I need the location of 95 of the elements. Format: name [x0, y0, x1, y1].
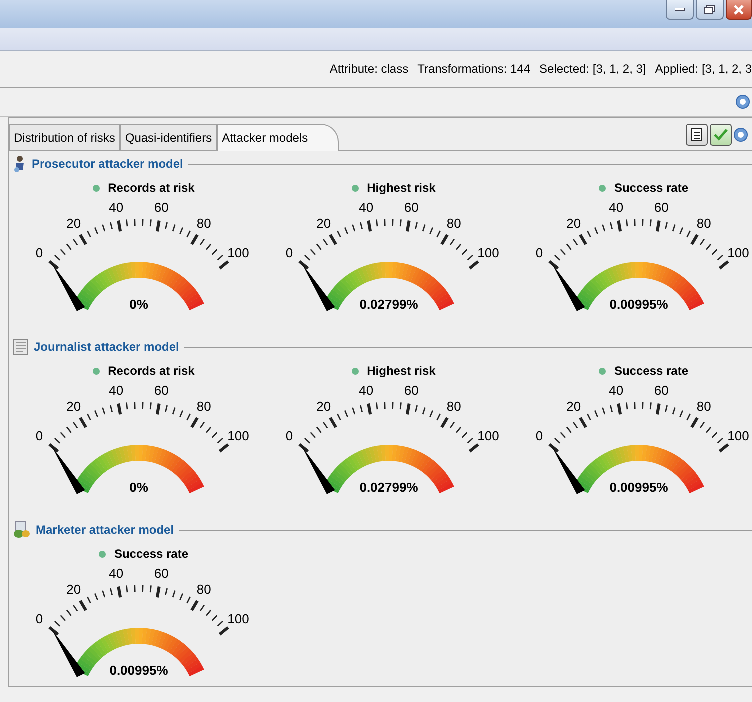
scale-label: 80: [196, 216, 212, 231]
scale-label: 60: [654, 383, 669, 398]
help-icon[interactable]: [736, 95, 750, 109]
scale-label: 80: [196, 398, 212, 414]
scale-label: 0: [286, 428, 294, 444]
scale-label: 100: [478, 428, 500, 444]
scale-label: 80: [446, 398, 462, 414]
gauge-needle: [552, 264, 586, 312]
scale-label: 100: [228, 611, 250, 626]
gauge-value: 0.02799%: [360, 480, 418, 495]
gauge-value: 0%: [130, 480, 148, 495]
status-dot: [93, 184, 100, 192]
scale-label: 40: [609, 200, 624, 216]
report-button[interactable]: [686, 124, 708, 146]
scale-label: 20: [316, 398, 332, 414]
scale-label: 100: [728, 428, 750, 444]
scale-label: 0: [286, 245, 294, 260]
scale-label: 40: [109, 383, 124, 398]
money-icon: [13, 521, 31, 539]
gauge-needle: [52, 446, 86, 494]
scale-label: 20: [566, 216, 582, 231]
scale-label: 20: [66, 216, 82, 231]
gauge-title: Success rate: [114, 547, 189, 561]
document-icon: [691, 128, 703, 142]
section-title: Journalist attacker model: [34, 340, 180, 354]
scale-label: 60: [404, 383, 419, 398]
scale-label: 20: [66, 398, 82, 414]
scale-label: 0: [536, 428, 544, 444]
section-title: Marketer attacker model: [36, 523, 174, 537]
info-text: Attribute: class: [330, 62, 409, 76]
scale-label: 40: [359, 383, 374, 398]
maximize-button[interactable]: [696, 0, 724, 20]
gauge-title: Records at risk: [108, 181, 195, 195]
section-title: Prosecutor attacker model: [32, 157, 184, 171]
gauge-needle: [302, 446, 336, 494]
scale-label: 0: [36, 611, 44, 626]
gauge-value: 0.00995%: [610, 480, 668, 495]
gauge-needle: [52, 264, 86, 312]
scale-label: 40: [109, 566, 124, 582]
scale-label: 40: [109, 200, 124, 216]
scale-label: 0: [36, 245, 44, 260]
scale-label: 60: [404, 200, 419, 216]
scale-label: 0: [536, 245, 544, 260]
scale-label: 100: [228, 245, 250, 260]
gauge-value: 0.00995%: [610, 297, 668, 312]
restore-icon: [704, 4, 716, 14]
scale-label: 80: [696, 398, 712, 414]
scale-label: 40: [609, 383, 624, 398]
gauge-value: 0.00995%: [110, 663, 168, 678]
scale-label: 80: [446, 216, 462, 231]
info-text: Selected: [3, 1, 2, 3]: [540, 62, 646, 76]
scale-label: 0: [36, 428, 44, 444]
scale-label: 60: [154, 566, 169, 582]
scale-label: 100: [728, 245, 750, 260]
tab[interactable]: Distribution of risks: [9, 124, 120, 150]
gauge-value: 0%: [130, 297, 148, 312]
scale-label: 100: [478, 245, 500, 260]
gauge-needle: [552, 446, 586, 494]
help-icon[interactable]: [734, 128, 748, 142]
scale-label: 60: [154, 200, 169, 216]
gauge-needle: [302, 264, 336, 312]
scale-label: 20: [66, 582, 82, 597]
scale-label: 60: [654, 200, 669, 216]
gauge-title: Highest risk: [367, 181, 436, 195]
scale-label: 60: [154, 383, 169, 398]
gauge-value: 0.02799%: [360, 297, 418, 312]
scale-label: 20: [316, 216, 332, 231]
tab[interactable]: Attacker models: [217, 124, 340, 151]
scale-label: 40: [359, 200, 374, 216]
gauge-title: Success rate: [614, 364, 689, 378]
status-dot: [599, 368, 606, 374]
gauge-title: Highest risk: [367, 364, 436, 378]
person-icon: [13, 155, 27, 173]
status-dot: [352, 184, 360, 192]
checkmark-icon: [714, 129, 728, 141]
status-dot: [93, 368, 100, 374]
newspaper-icon: [13, 338, 29, 356]
gauge-title: Success rate: [614, 181, 689, 195]
scale-label: 20: [566, 398, 582, 414]
close-button[interactable]: [726, 0, 752, 20]
gauge-needle: [52, 630, 86, 678]
info-text: Applied: [3, 1, 2, 3: [655, 62, 752, 76]
scale-label: 100: [228, 428, 250, 444]
gauge-title: Records at risk: [108, 364, 195, 378]
scale-label: 80: [696, 216, 712, 231]
info-text: Transformations: 144: [418, 62, 531, 76]
status-dot: [599, 184, 606, 192]
minimize-button[interactable]: [666, 0, 694, 20]
scale-label: 80: [196, 582, 212, 597]
minimize-icon: [675, 8, 685, 12]
status-dot: [99, 550, 106, 558]
tab[interactable]: Quasi-identifiers: [120, 124, 218, 150]
check-button[interactable]: [710, 124, 732, 146]
status-dot: [352, 368, 360, 374]
close-icon: [734, 4, 744, 14]
